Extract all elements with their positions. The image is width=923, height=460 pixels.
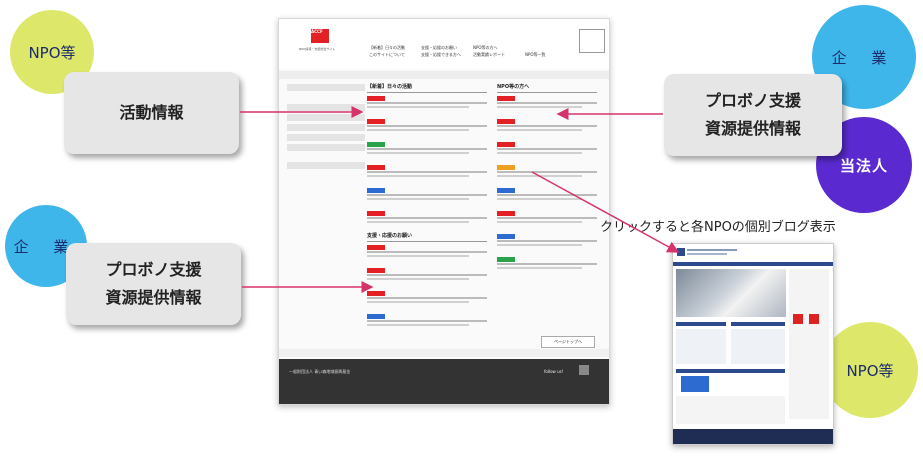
- arrow-layer: [240, 106, 680, 293]
- arrow-to-blog: [531, 171, 680, 253]
